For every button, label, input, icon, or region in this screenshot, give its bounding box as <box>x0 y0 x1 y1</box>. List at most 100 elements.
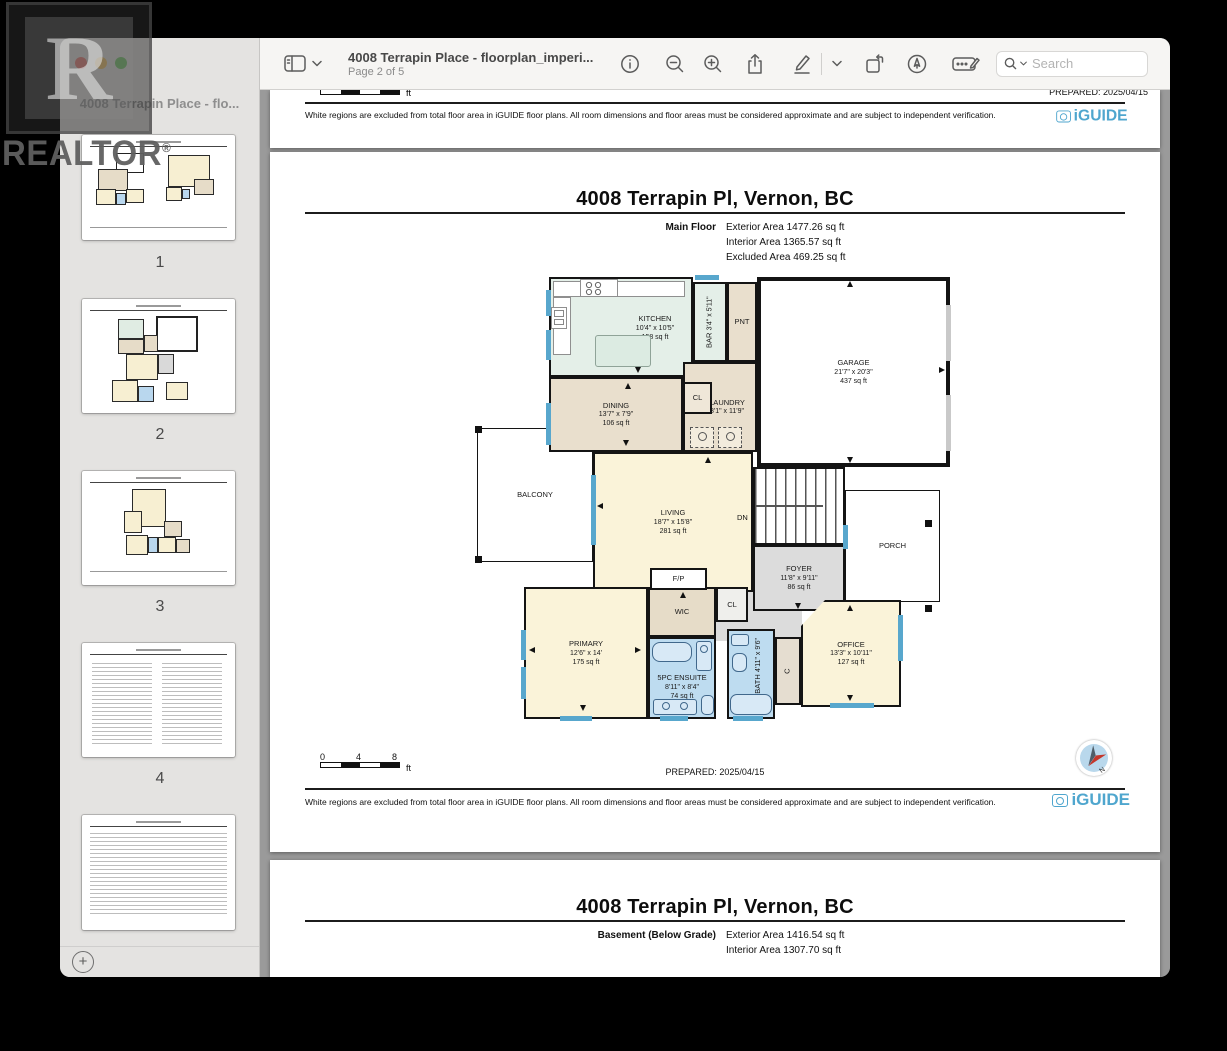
vanity-icon <box>696 641 712 671</box>
bath-sink-icon <box>731 634 749 646</box>
porch-post <box>925 605 932 612</box>
measure-arrow <box>635 367 641 373</box>
floor-label: Main Floor <box>270 222 716 233</box>
draw-button[interactable] <box>906 53 928 75</box>
area-line: Excluded Area 469.25 sq ft <box>726 252 846 263</box>
window-strip <box>898 615 903 661</box>
add-page-button[interactable]: + <box>72 951 94 973</box>
search-field[interactable] <box>996 51 1148 77</box>
thumb-title-line <box>136 649 182 651</box>
search-icon <box>1004 57 1017 70</box>
thumb-plan-shape <box>176 539 190 553</box>
thumbnail-page-4[interactable] <box>82 643 235 757</box>
stairs-direction-label: DN <box>737 513 748 522</box>
minimize-button[interactable] <box>95 57 107 69</box>
thumb-rule <box>90 227 227 228</box>
measure-arrow <box>847 281 853 287</box>
area-line: Interior Area 1307.70 sq ft <box>726 945 841 956</box>
room-closet-office: C <box>775 637 801 705</box>
iguide-logo-text: iGUIDE <box>1074 107 1128 125</box>
zoom-in-button[interactable] <box>703 54 723 74</box>
footer-rule <box>305 788 1125 790</box>
measure-arrow <box>680 592 686 598</box>
chevron-down-icon <box>312 60 322 67</box>
thumb-text-column <box>162 663 222 747</box>
thumb-plan-shape <box>124 511 142 533</box>
thumb-plan-shape <box>118 339 144 354</box>
form-fill-button[interactable] <box>952 54 980 74</box>
share-button[interactable] <box>745 53 765 75</box>
markup-button[interactable] <box>791 53 811 75</box>
thumbnail-page-3[interactable] <box>82 471 235 585</box>
toolbar: 4008 Terrapin Place - floorplan_imperi..… <box>260 38 1170 90</box>
room-pantry: PNT <box>727 282 757 362</box>
document-title-block: 4008 Terrapin Place - floorplan_imperi..… <box>348 50 616 78</box>
close-button[interactable] <box>75 57 87 69</box>
area-line: Exterior Area 1416.54 sq ft <box>726 930 844 941</box>
document-title: 4008 Terrapin Place - floorplan_imperi..… <box>348 50 616 65</box>
search-input[interactable] <box>1030 55 1130 72</box>
sidebar-mode-chevron[interactable] <box>312 60 322 67</box>
page-number-2: 2 <box>60 426 260 444</box>
info-button[interactable] <box>620 54 640 74</box>
thumbnail-page-2[interactable] <box>82 299 235 413</box>
iguide-camera-icon <box>1057 110 1072 122</box>
iguide-logo-text: iGUIDE <box>1071 790 1130 810</box>
sidebar-toggle-button[interactable] <box>284 55 306 73</box>
scale-bar: 0 4 8 ft <box>320 752 400 768</box>
window-strip <box>546 290 551 316</box>
page-number-4: 4 <box>60 770 260 788</box>
markup-options-chevron[interactable] <box>832 60 842 67</box>
form-fill-icon <box>952 54 980 74</box>
thumb-plan-shape <box>138 386 154 402</box>
thumbnail-page-1[interactable] <box>82 135 235 240</box>
window-title-filename: 4008 Terrapin Place - flo... <box>68 96 251 111</box>
thumb-plan-shape <box>194 179 214 195</box>
staircase <box>753 467 845 545</box>
window-controls <box>75 57 127 69</box>
balcony-post <box>475 426 482 433</box>
thumb-plan-shape <box>158 537 176 553</box>
iguide-camera-icon <box>1052 794 1068 807</box>
thumb-plan-shape <box>116 193 126 205</box>
measure-arrow <box>529 647 535 653</box>
thumb-plan-shape <box>164 521 182 537</box>
measure-arrow <box>847 605 853 611</box>
porch-post <box>925 520 932 527</box>
document-viewport[interactable]: ft PREPARED: 2025/04/15 White regions ar… <box>260 90 1170 977</box>
measure-arrow <box>705 457 711 463</box>
markup-pencil-icon <box>791 53 811 75</box>
thumbnail-sidebar: 4008 Terrapin Place - flo... 1 <box>60 38 260 977</box>
measure-arrow <box>597 503 603 509</box>
zoom-out-icon <box>665 54 685 74</box>
page-3-fragment: 4008 Terrapin Pl, Vernon, BC Basement (B… <box>270 860 1160 977</box>
room-porch: PORCH <box>845 490 940 602</box>
info-icon <box>620 54 640 74</box>
thumb-plan-shape <box>126 535 148 555</box>
scale-tick: 4 <box>356 752 361 762</box>
window-strip <box>560 716 592 721</box>
floor-label: Basement (Below Grade) <box>270 930 716 941</box>
iguide-logo: iGUIDE <box>1052 790 1130 810</box>
scale-tick: 0 <box>320 752 325 762</box>
thumb-plan-shape <box>144 335 158 352</box>
compass-icon: N <box>1076 740 1112 776</box>
measure-arrow <box>625 383 631 389</box>
fullscreen-button[interactable] <box>115 57 127 69</box>
balcony-post <box>475 556 482 563</box>
thumb-plan-shape <box>182 189 190 199</box>
window-strip <box>695 275 719 280</box>
room-closet-laundry: CL <box>683 382 712 414</box>
toilet-icon <box>701 695 714 715</box>
bath-toilet-icon <box>732 653 747 672</box>
thumb-plan-shape <box>166 382 188 400</box>
rotate-button[interactable] <box>864 53 886 75</box>
disclaimer-text: White regions are excluded from total fl… <box>305 110 996 120</box>
double-sink-icon <box>653 699 697 715</box>
measure-arrow <box>939 367 945 373</box>
thumbnail-page-5[interactable] <box>82 815 235 930</box>
zoom-out-button[interactable] <box>665 54 685 74</box>
thumb-plan-shape <box>148 537 158 553</box>
area-line: Exterior Area 1477.26 sq ft <box>726 222 844 233</box>
thumb-plan-shape <box>166 187 182 201</box>
